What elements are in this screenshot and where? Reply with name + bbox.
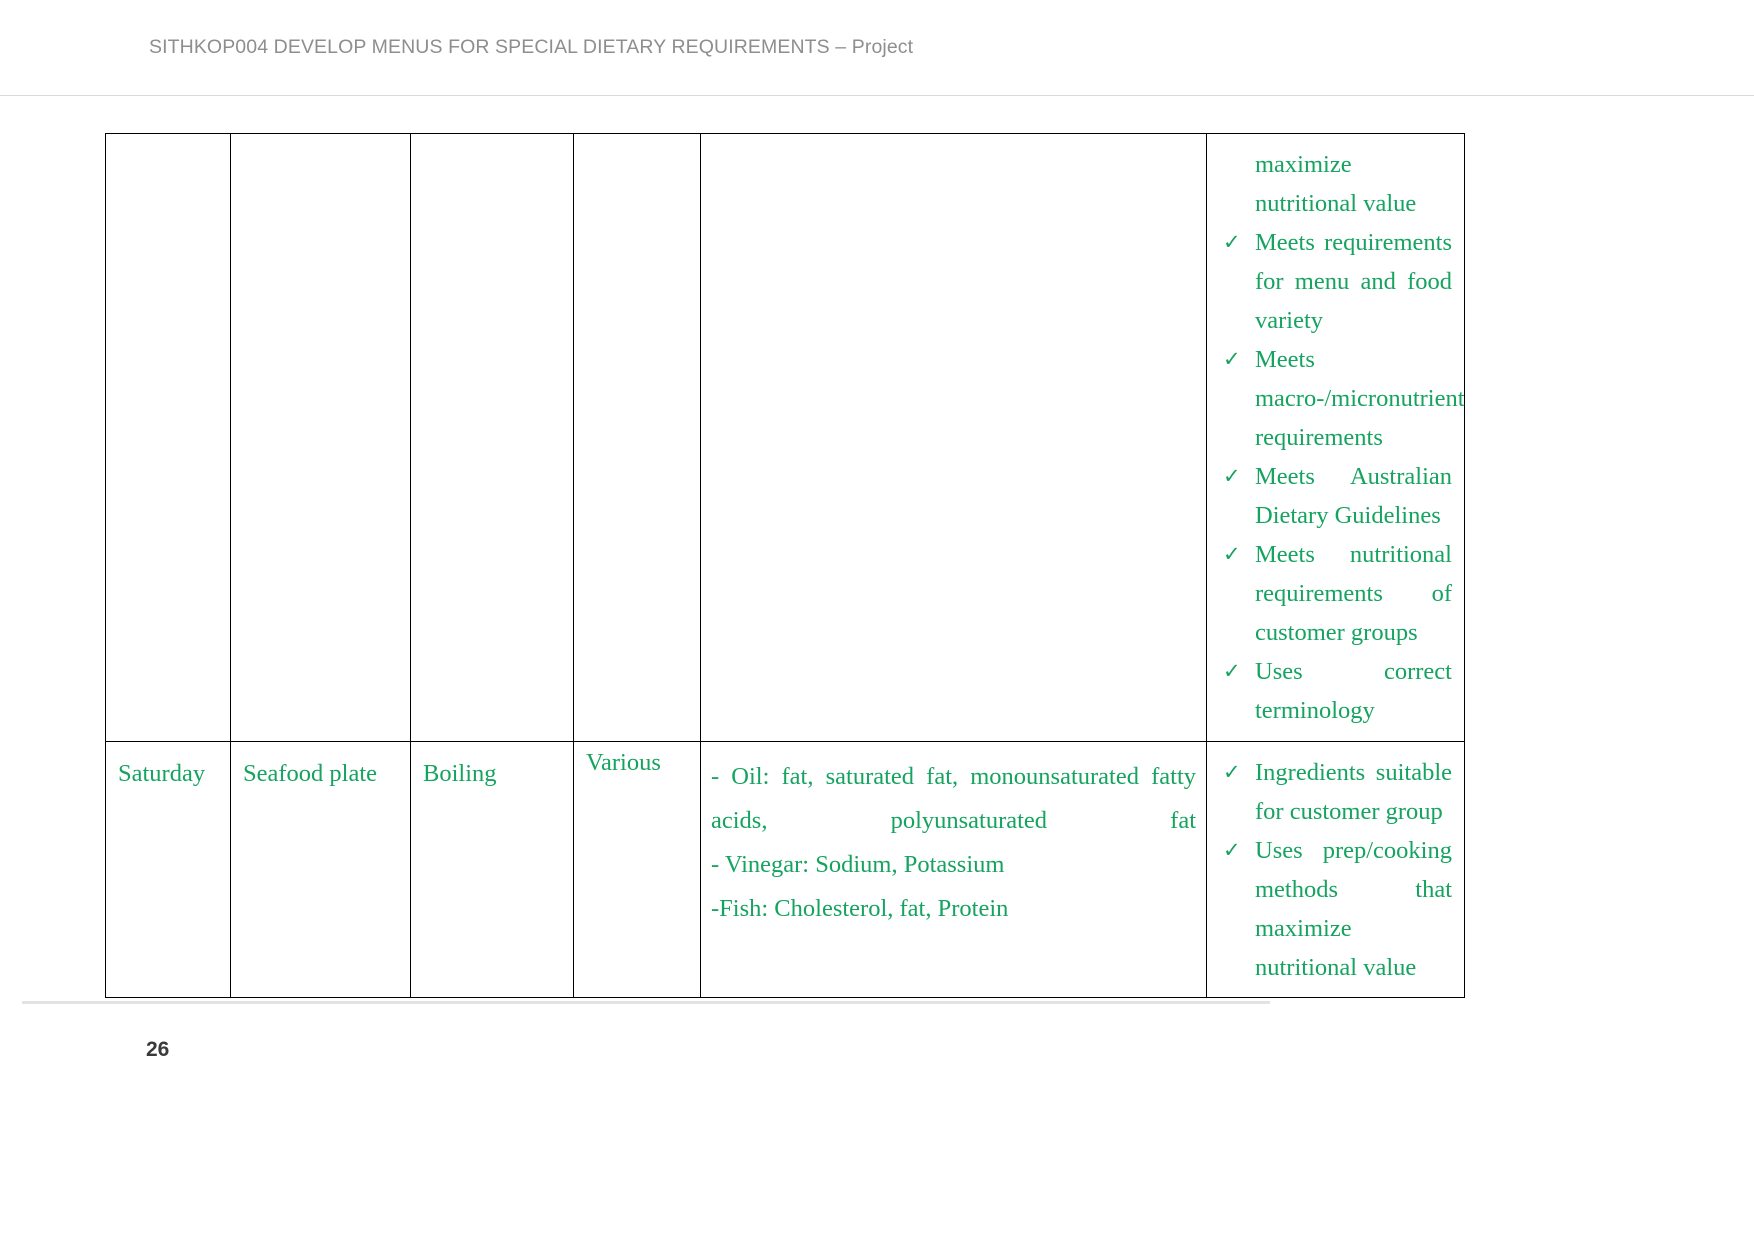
- criteria-container: maximize nutritional value ✓ Meets requir…: [1207, 134, 1465, 740]
- criteria-container: ✓ Ingredients suitable for customer group…: [1207, 742, 1464, 997]
- list-item: ✓ Uses correct terminology: [1221, 652, 1452, 730]
- document-header-title: SITHKOP004 DEVELOP MENUS FOR SPECIAL DIE…: [149, 36, 914, 58]
- checkmark-icon: ✓: [1223, 230, 1241, 254]
- dish-label: [231, 134, 410, 156]
- table-row: Saturday Seafood plate Boiling Various -…: [105, 741, 1465, 998]
- nutrient-item: - Vinegar: Sodium, Potassium: [711, 851, 1005, 878]
- cell-nutrients: - Oil: fat, saturated fat, monounsaturat…: [700, 741, 1207, 998]
- checkmark-icon: ✓: [1223, 347, 1241, 371]
- checkmark-icon: ✓: [1223, 542, 1241, 566]
- criteria-text: Meets requirements for menu and food var…: [1255, 229, 1452, 334]
- day-label: Saturday: [118, 760, 206, 787]
- cell-cooking-method: [410, 133, 574, 742]
- page-number: 26: [146, 1038, 170, 1061]
- cell-day: [105, 133, 231, 742]
- cell-criteria: maximize nutritional value ✓ Meets requir…: [1206, 133, 1465, 742]
- list-item: ✓ Uses prep/cooking methods that maximize…: [1221, 831, 1452, 987]
- cell-various: Various: [573, 741, 701, 998]
- criteria-text: Meets macro-/micronutrient requirements: [1255, 346, 1465, 451]
- cell-various: [573, 133, 701, 742]
- day-label: [106, 134, 230, 156]
- various-label: [574, 134, 700, 156]
- cell-dish: [230, 133, 411, 742]
- list-item: ✓ Meets nutritional requirements of custo…: [1221, 535, 1452, 652]
- cell-day: Saturday: [105, 741, 231, 998]
- criteria-list: ✓ Meets requirements for menu and food va…: [1221, 223, 1465, 730]
- cell-criteria: ✓ Ingredients suitable for customer group…: [1206, 741, 1465, 998]
- nutrient-item: -Fish: Cholesterol, fat, Protein: [711, 895, 1009, 922]
- dish-label: Seafood plate: [243, 760, 378, 787]
- list-item: ✓ Meets macro-/micronutrient requirements: [1221, 340, 1465, 457]
- nutrient-item: - Oil: fat, saturated fat, monounsaturat…: [711, 763, 1196, 834]
- menu-planning-table: maximize nutritional value ✓ Meets requir…: [105, 133, 1465, 998]
- criteria-text: Meets Australian Dietary Guidelines: [1255, 463, 1452, 529]
- checkmark-icon: ✓: [1223, 659, 1241, 683]
- checkmark-icon: ✓: [1223, 464, 1241, 488]
- checkmark-icon: ✓: [1223, 838, 1241, 862]
- various-label: Various: [586, 749, 661, 776]
- nutrients-list: - Oil: fat, saturated fat, monounsaturat…: [701, 742, 1206, 941]
- page-footer: 26: [0, 1001, 1754, 1241]
- cell-cooking-method: Boiling: [410, 741, 574, 998]
- table-row: maximize nutritional value ✓ Meets requir…: [105, 133, 1465, 742]
- footer-divider: [22, 1001, 1270, 1004]
- criteria-text: Uses prep/cooking methods that maximize …: [1255, 837, 1452, 981]
- criteria-text: Uses correct terminology: [1255, 658, 1452, 724]
- criteria-text: Meets nutritional requirements of custom…: [1255, 541, 1452, 646]
- criteria-text: Ingredients suitable for customer group: [1255, 759, 1452, 825]
- checkmark-icon: ✓: [1223, 760, 1241, 784]
- cell-dish: Seafood plate: [230, 741, 411, 998]
- list-item: ✓ Ingredients suitable for customer group: [1221, 753, 1452, 831]
- criteria-list: ✓ Ingredients suitable for customer group…: [1221, 753, 1452, 987]
- list-item: ✓ Meets Australian Dietary Guidelines: [1221, 457, 1452, 535]
- cooking-method-label: Boiling: [423, 760, 497, 787]
- list-item: ✓ Meets requirements for menu and food va…: [1221, 223, 1452, 340]
- page-header: SITHKOP004 DEVELOP MENUS FOR SPECIAL DIE…: [0, 0, 1754, 96]
- cell-nutrients: [700, 133, 1207, 742]
- nutrients-list: [701, 134, 1206, 157]
- cooking-method-label: [411, 134, 573, 156]
- criteria-continuation-text: maximize nutritional value: [1255, 151, 1417, 217]
